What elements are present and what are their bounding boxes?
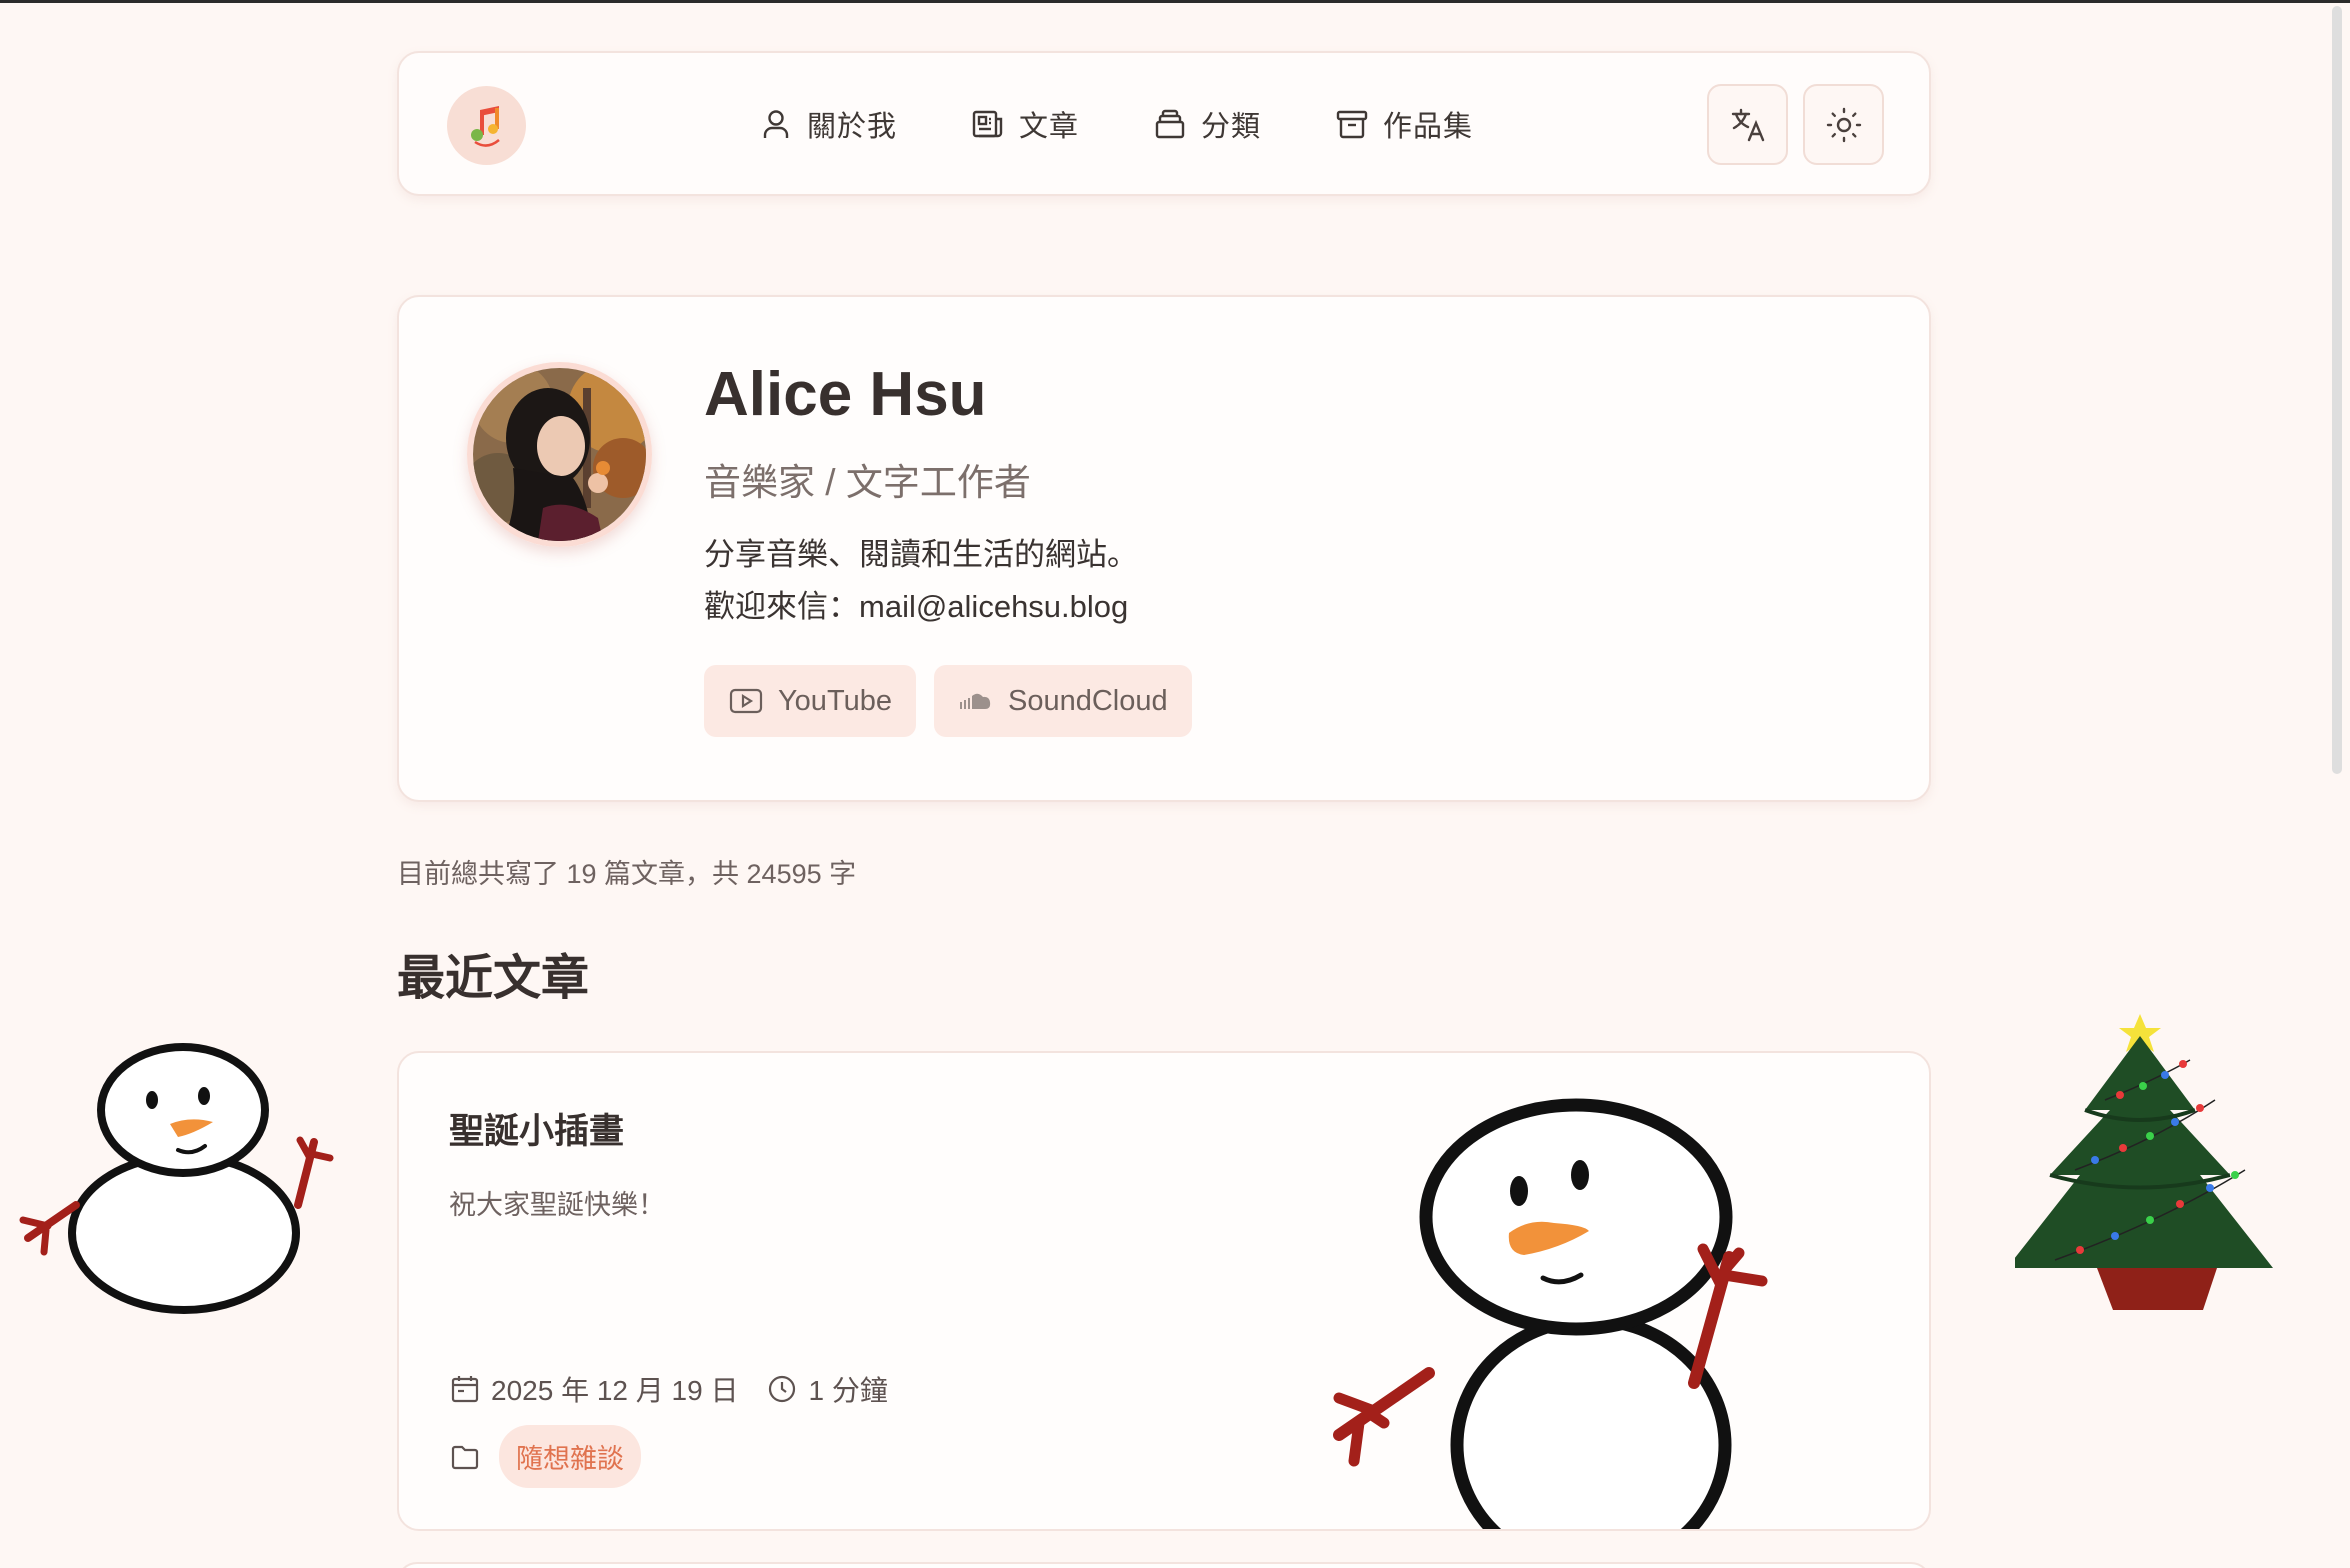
profile-name: Alice Hsu xyxy=(704,360,987,429)
small-snowman-decoration xyxy=(19,1043,334,1314)
soundcloud-icon xyxy=(960,693,991,709)
post-card[interactable]: 聖誕小插畫 祝大家聖誕快樂！ 2025 年 12 月 19 日 1 分鐘 隨想雜… xyxy=(397,1051,1931,1531)
folder-icon xyxy=(451,1445,479,1469)
archive-icon xyxy=(1336,110,1368,138)
youtube-label: YouTube xyxy=(778,684,892,717)
post-meta: 2025 年 12 月 19 日 1 分鐘 xyxy=(449,1369,888,1409)
scrollbar[interactable] xyxy=(2332,6,2342,774)
nav-item-about[interactable]: 關於我 xyxy=(759,103,897,145)
youtube-icon xyxy=(729,688,763,714)
language-button[interactable] xyxy=(1707,84,1788,165)
post-date: 2025 年 12 月 19 日 xyxy=(491,1375,739,1406)
profile-contact-line[interactable]: 歡迎來信：mail@alicehsu.blog xyxy=(704,581,1138,633)
nav-label-about: 關於我 xyxy=(807,110,898,143)
calendar-icon xyxy=(451,1376,479,1403)
recent-posts-heading: 最近文章 xyxy=(397,952,590,1005)
profile-description-line: 分享音樂、閱讀和生活的網站。 xyxy=(704,537,1138,572)
next-post-card[interactable] xyxy=(397,1562,1931,1568)
avatar xyxy=(467,362,652,547)
person-icon xyxy=(763,109,789,138)
window-top-edge xyxy=(0,0,2350,3)
translate-icon xyxy=(1731,108,1764,141)
nav-item-categories[interactable]: 分類 xyxy=(1153,103,1261,145)
nav-links: 關於我 文章 分類 作品集 xyxy=(759,53,1547,194)
nav-label-categories: 分類 xyxy=(1201,110,1262,143)
profile-role: 音樂家 / 文字工作者 xyxy=(704,462,1031,503)
profile-card: Alice Hsu 音樂家 / 文字工作者 分享音樂、閱讀和生活的網站。 歡迎來… xyxy=(397,295,1931,802)
category-tag[interactable]: 隨想雜談 xyxy=(499,1425,641,1488)
post-read-time: 1 分鐘 xyxy=(808,1375,888,1406)
stack-icon xyxy=(1155,109,1185,138)
clock-icon xyxy=(769,1375,796,1403)
post-excerpt: 祝大家聖誕快樂！ xyxy=(449,1190,665,1220)
nav-item-portfolio[interactable]: 作品集 xyxy=(1335,103,1473,145)
music-note-icon xyxy=(470,105,500,147)
nav-label-portfolio: 作品集 xyxy=(1383,110,1474,143)
post-title[interactable]: 聖誕小插畫 xyxy=(449,1103,624,1154)
snowman-illustration xyxy=(1333,1098,1768,1529)
post-category: 隨想雜談 xyxy=(449,1425,641,1488)
soundcloud-link[interactable]: SoundCloud xyxy=(934,665,1192,737)
theme-toggle-button[interactable] xyxy=(1803,84,1884,165)
article-stats: 目前總共寫了 19 篇文章，共 24595 字 xyxy=(397,859,857,889)
youtube-link[interactable]: YouTube xyxy=(704,665,916,737)
soundcloud-label: SoundCloud xyxy=(1008,684,1168,717)
site-logo[interactable] xyxy=(447,86,526,165)
newspaper-icon xyxy=(972,110,1003,137)
top-navigation: 關於我 文章 分類 作品集 xyxy=(397,51,1931,196)
nav-item-articles[interactable]: 文章 xyxy=(971,103,1079,145)
profile-description: 分享音樂、閱讀和生活的網站。 歡迎來信：mail@alicehsu.blog xyxy=(704,529,1138,633)
sun-icon xyxy=(1826,107,1861,142)
christmas-tree-decoration xyxy=(2015,1014,2273,1310)
nav-label-articles: 文章 xyxy=(1019,110,1080,143)
